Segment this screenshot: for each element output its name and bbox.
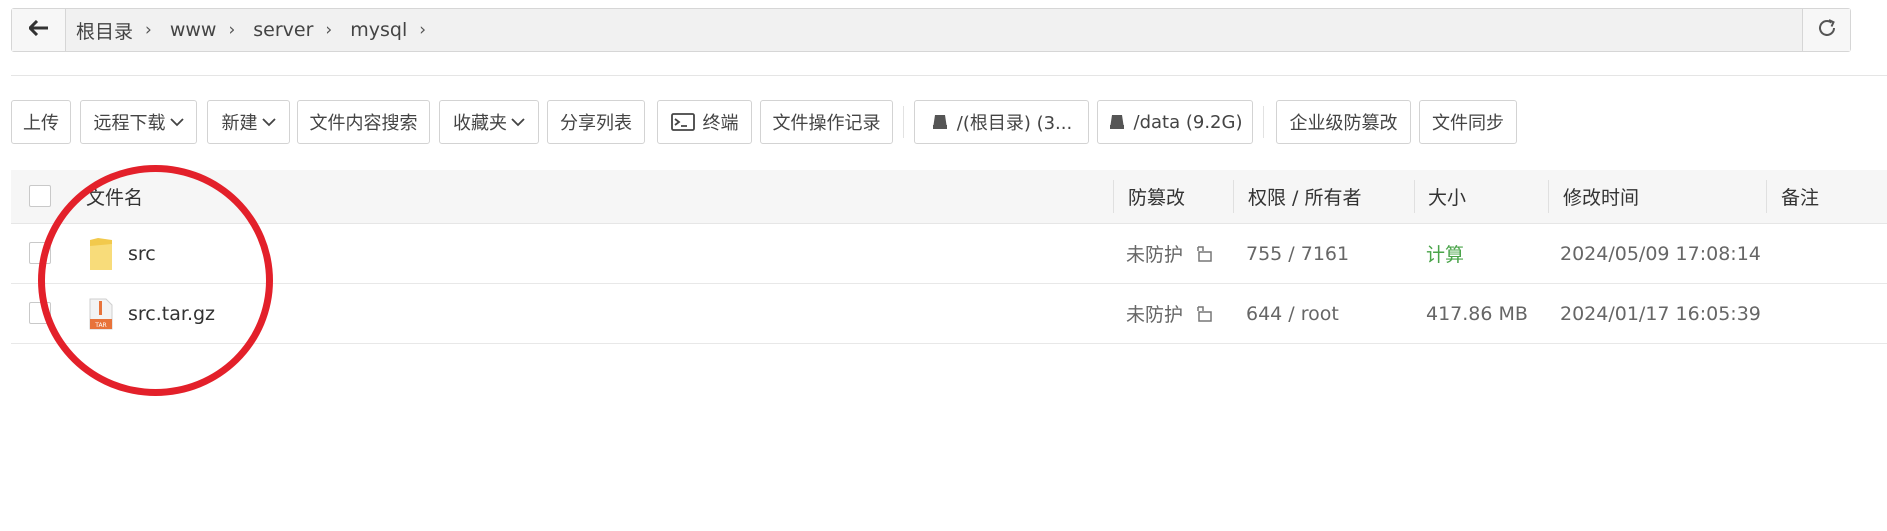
breadcrumb-item-server[interactable]: server	[253, 19, 313, 41]
terminal-label: 终端	[702, 113, 739, 134]
new-button[interactable]: 新建	[207, 100, 290, 144]
file-size: 417.86 MB	[1426, 302, 1528, 325]
chevron-right-icon: ›	[228, 20, 236, 40]
file-name[interactable]: src	[128, 224, 156, 283]
disk-root-label: /(根目录) (3...	[956, 113, 1073, 134]
breadcrumb-item-root[interactable]: 根目录	[76, 17, 133, 44]
file-sync-label: 文件同步	[1432, 113, 1504, 134]
operation-log-label: 文件操作记录	[772, 113, 881, 134]
toolbar-divider	[903, 106, 904, 138]
column-divider	[1113, 180, 1114, 213]
svg-text:TAR: TAR	[94, 322, 106, 329]
tamper-status-label: 未防护	[1126, 304, 1184, 326]
share-list-button[interactable]: 分享列表	[547, 100, 645, 144]
column-header-tamper: 防篡改	[1128, 187, 1186, 209]
toolbar-divider	[1263, 106, 1264, 138]
folder-icon	[88, 224, 114, 283]
disk-data-button[interactable]: /data (9.2G)	[1097, 100, 1253, 144]
permission-owner[interactable]: 644 / root	[1246, 284, 1339, 343]
breadcrumb-item-www[interactable]: www	[170, 19, 217, 41]
chevron-down-icon	[511, 117, 525, 127]
favorites-label: 收藏夹	[453, 113, 507, 134]
chevron-right-icon: ›	[325, 20, 333, 40]
operation-log-button[interactable]: 文件操作记录	[760, 100, 893, 144]
refresh-icon	[1816, 17, 1838, 43]
table-row[interactable]: src 未防护 755 / 7161 计算 2024/05/09 17:08:1…	[11, 224, 1887, 284]
modified-time: 2024/01/17 16:05:39	[1560, 302, 1761, 325]
disk-icon	[1108, 113, 1126, 131]
breadcrumb-item-mysql[interactable]: mysql	[350, 19, 407, 41]
column-header-name[interactable]: 文件名	[86, 170, 143, 223]
chevron-down-icon	[261, 117, 276, 127]
upload-button[interactable]: 上传	[11, 100, 71, 144]
remote-download-button[interactable]: 远程下载	[80, 100, 197, 144]
refresh-button[interactable]	[1802, 9, 1850, 51]
remote-download-label: 远程下载	[93, 113, 166, 134]
calculate-size-link[interactable]: 计算	[1426, 224, 1464, 283]
column-header-size[interactable]: 大小	[1428, 170, 1466, 223]
column-header-modified[interactable]: 修改时间	[1563, 170, 1639, 223]
disk-root-button[interactable]: /(根目录) (3...	[914, 100, 1089, 144]
tamper-status[interactable]: 未防护	[1126, 224, 1213, 283]
upload-label: 上传	[23, 113, 59, 134]
breadcrumb: 根目录 › www › server › mysql ›	[76, 9, 444, 51]
select-all-checkbox[interactable]	[29, 185, 51, 207]
table-row[interactable]: TAR src.tar.gz 未防护 644 / root 417.86 MB …	[11, 284, 1887, 344]
back-button[interactable]	[12, 9, 66, 51]
terminal-button[interactable]: 终端	[657, 100, 752, 144]
disk-icon	[931, 113, 949, 131]
column-divider	[1766, 180, 1767, 213]
column-divider	[1414, 180, 1415, 213]
column-header-permission[interactable]: 权限 / 所有者	[1248, 170, 1361, 223]
file-table-header: 文件名 防篡改 权限 / 所有者 大小 修改时间 备注	[11, 170, 1887, 224]
arrow-left-icon	[27, 19, 49, 40]
content-search-label: 文件内容搜索	[309, 113, 418, 134]
row-checkbox[interactable]	[29, 242, 51, 264]
tar-archive-icon: TAR	[88, 284, 114, 343]
permission-owner[interactable]: 755 / 7161	[1246, 224, 1349, 283]
favorites-button[interactable]: 收藏夹	[439, 100, 539, 144]
share-list-label: 分享列表	[560, 113, 632, 134]
new-label: 新建	[221, 113, 258, 134]
unlock-icon	[1195, 245, 1213, 263]
file-sync-button[interactable]: 文件同步	[1419, 100, 1517, 144]
tamper-proof-button[interactable]: 企业级防篡改	[1276, 100, 1411, 144]
tamper-status-label: 未防护	[1126, 244, 1184, 266]
chevron-down-icon	[169, 117, 184, 127]
divider	[11, 75, 1887, 76]
tamper-status[interactable]: 未防护	[1126, 284, 1213, 343]
row-checkbox[interactable]	[29, 302, 51, 324]
path-bar: 根目录 › www › server › mysql ›	[11, 8, 1851, 52]
column-divider	[1233, 180, 1234, 213]
column-header-note: 备注	[1781, 187, 1820, 209]
content-search-button[interactable]: 文件内容搜索	[297, 100, 430, 144]
unlock-icon	[1195, 305, 1213, 323]
file-name[interactable]: src.tar.gz	[128, 284, 215, 343]
column-divider	[1548, 180, 1549, 213]
chevron-right-icon: ›	[145, 20, 152, 40]
modified-time: 2024/05/09 17:08:14	[1560, 242, 1761, 265]
terminal-icon	[670, 113, 695, 131]
tamper-proof-label: 企业级防篡改	[1289, 113, 1398, 134]
chevron-right-icon[interactable]: ›	[419, 20, 426, 40]
disk-data-label: /data (9.2G)	[1133, 111, 1243, 133]
